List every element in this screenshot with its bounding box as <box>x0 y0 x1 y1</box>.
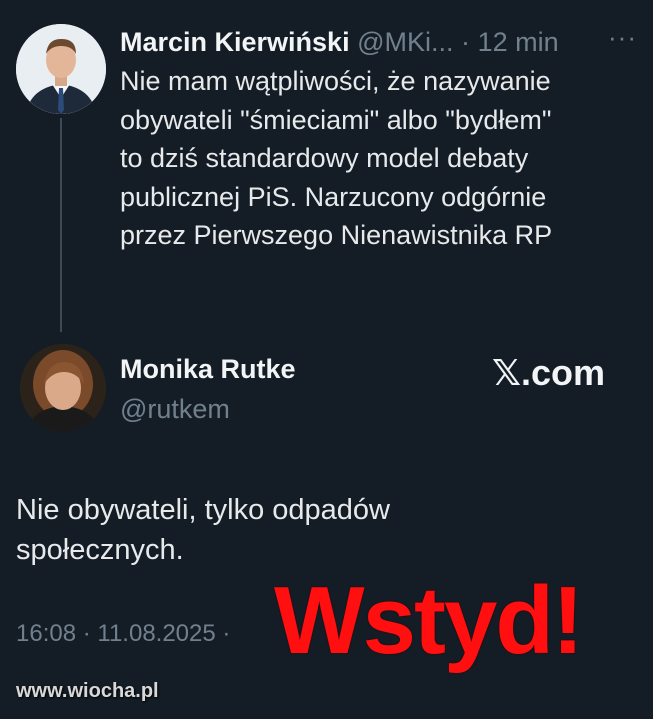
avatar-portrait-icon <box>20 344 106 432</box>
thread-connector-line <box>60 118 62 332</box>
tweet-text: Nie obywateli, tylko odpadów społecznych… <box>16 494 390 566</box>
author-handle[interactable]: @rutkem <box>120 394 230 425</box>
tweet-time[interactable]: 12 min <box>478 27 559 57</box>
site-watermark: www.wiocha.pl <box>16 680 159 702</box>
tweet-text: Nie mam wątpliwości, że nazywanie obywat… <box>120 66 553 250</box>
avatar-marcin-kierwinski[interactable] <box>16 24 106 114</box>
author-name[interactable]: Marcin Kierwiński <box>120 27 350 57</box>
tweet-header: Marcin Kierwiński @MKi... · 12 min <box>120 24 640 60</box>
author-name[interactable]: Monika Rutke <box>120 354 296 385</box>
more-options-icon[interactable]: ··· <box>608 22 637 53</box>
separator-dot: · <box>461 27 471 57</box>
avatar-portrait-icon <box>16 24 106 114</box>
author-handle[interactable]: @MKi... <box>357 27 453 57</box>
tweet-timestamp[interactable]: 16:08 · 11.08.2025 · <box>16 620 230 648</box>
avatar-monika-rutke[interactable] <box>20 344 106 432</box>
x-com-logo: 𝕏.com <box>492 352 606 393</box>
overlay-stamp-text: Wstyd! <box>274 567 584 674</box>
